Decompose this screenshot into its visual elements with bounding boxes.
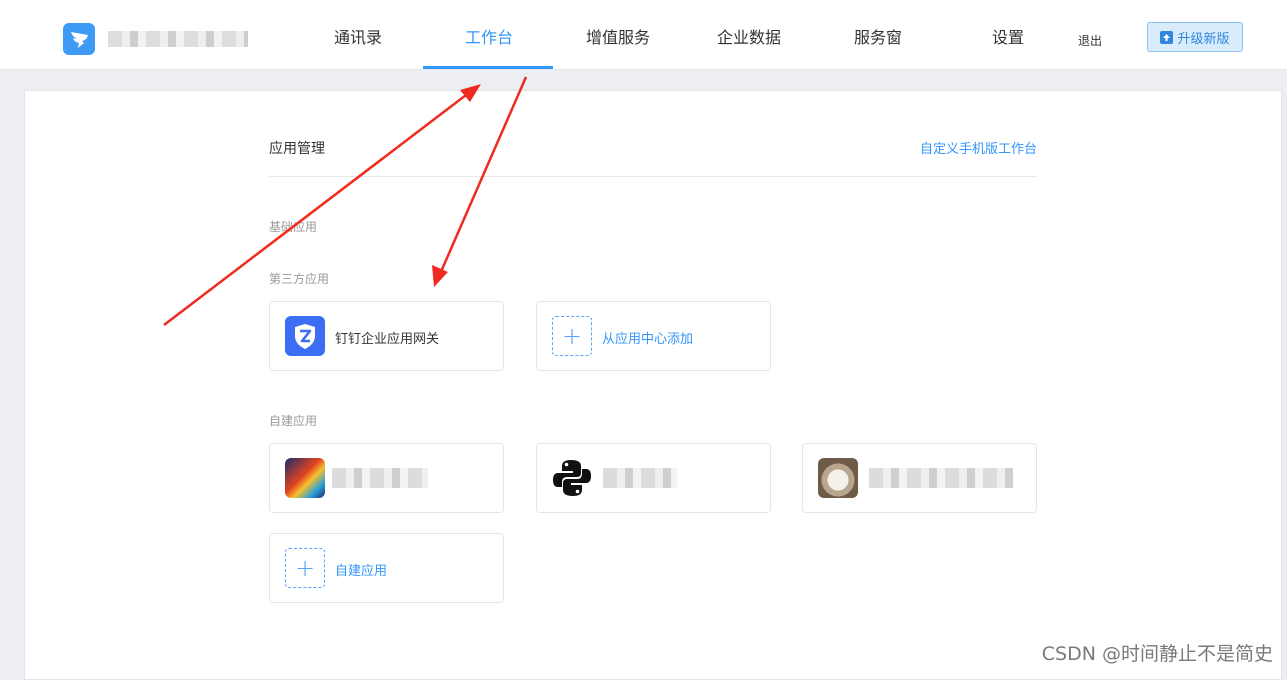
app-card-label: 钉钉企业应用网关: [335, 332, 440, 347]
python-logo-icon: [552, 458, 592, 498]
top-header: 通讯录 工作台 增值服务 企业数据 服务窗 设置 退出 升级新版: [0, 0, 1287, 70]
watermark: CSDN @时间静止不是简史: [1041, 643, 1273, 665]
plus-icon: +: [285, 548, 325, 588]
group-label-self-built-apps: 自建应用: [269, 414, 318, 428]
app-avatar-icon: [285, 458, 325, 498]
active-tab-indicator: [423, 66, 553, 69]
plus-icon: +: [552, 316, 592, 356]
app-name-blurred: [603, 468, 677, 488]
app-name-blurred: [332, 468, 428, 488]
nav-settings[interactable]: 设置: [992, 28, 1024, 48]
nav-value-added-services[interactable]: 增值服务: [586, 28, 650, 48]
nav-contacts[interactable]: 通讯录: [334, 28, 382, 48]
logout-link[interactable]: 退出: [1078, 32, 1102, 49]
app-card-dingtalk-gateway[interactable]: 钉钉企业应用网关: [269, 301, 504, 371]
upgrade-button[interactable]: 升级新版: [1147, 22, 1243, 52]
company-name-blurred: [108, 31, 248, 47]
add-from-app-center-card[interactable]: + 从应用中心添加: [536, 301, 771, 371]
self-built-app-card-1[interactable]: [269, 443, 504, 513]
customize-mobile-workbench-link[interactable]: 自定义手机版工作台: [920, 138, 1037, 157]
page-title: 应用管理: [269, 141, 325, 157]
upload-arrow-icon: [1160, 30, 1174, 44]
upgrade-button-label: 升级新版: [1177, 31, 1230, 47]
nav-service-window[interactable]: 服务窗: [854, 28, 902, 48]
add-from-app-center-label: 从应用中心添加: [602, 332, 694, 347]
group-label-third-party-apps: 第三方应用: [269, 272, 330, 286]
cat-photo-icon: [818, 458, 858, 498]
main-panel: [24, 90, 1282, 680]
dingtalk-logo-icon[interactable]: [63, 23, 95, 55]
self-built-app-card-2[interactable]: [536, 443, 771, 513]
shield-z-icon: [285, 316, 325, 356]
nav-enterprise-data[interactable]: 企业数据: [717, 28, 781, 48]
divider: [269, 176, 1037, 177]
nav-workbench[interactable]: 工作台: [465, 28, 513, 48]
create-self-built-app-card[interactable]: + 自建应用: [269, 533, 504, 603]
create-self-built-app-label: 自建应用: [335, 564, 388, 579]
app-name-blurred: [869, 468, 1013, 488]
group-label-basic-apps: 基础应用: [269, 220, 318, 234]
self-built-app-card-3[interactable]: [802, 443, 1037, 513]
